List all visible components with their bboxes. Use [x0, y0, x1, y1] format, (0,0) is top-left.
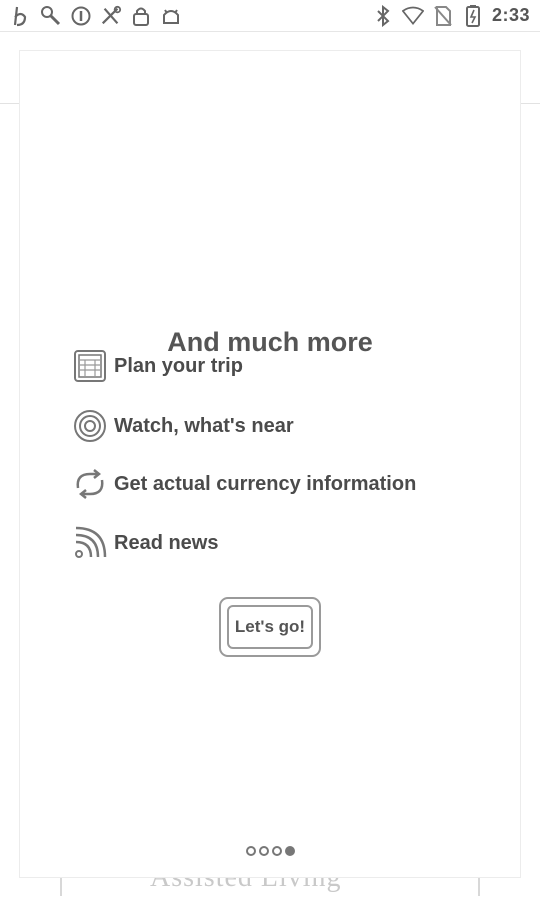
status-bar: 2:33 — [0, 0, 540, 32]
target-icon — [72, 408, 108, 444]
onboarding-dialog: And much more Plan your trip Watch, what… — [19, 50, 521, 878]
status-bar-notifications — [0, 5, 182, 27]
feature-news: Read news — [72, 525, 218, 561]
status-bar-time: 2:33 — [491, 5, 530, 25]
wrench-icon — [40, 5, 62, 27]
android-icon — [160, 5, 182, 27]
battery-icon — [462, 4, 484, 27]
lets-go-button-label: Let's go! — [227, 605, 313, 649]
rss-icon — [72, 525, 108, 561]
feature-label: Watch, what's near — [114, 414, 294, 437]
b-app-icon — [10, 5, 32, 27]
bluetooth-icon — [372, 4, 394, 27]
page-dot-active[interactable] — [284, 846, 295, 856]
calendar-grid-icon — [72, 348, 108, 384]
feature-label: Get actual currency information — [114, 472, 417, 495]
page-dot[interactable] — [271, 846, 282, 856]
tools-icon — [100, 5, 122, 27]
lets-go-button[interactable]: Let's go! — [219, 597, 321, 657]
exchange-icon — [72, 466, 108, 502]
feature-watch-near: Watch, what's near — [72, 408, 294, 444]
wifi-icon — [401, 5, 424, 27]
page-dot[interactable] — [258, 846, 269, 856]
status-bar-system: 2:33 — [372, 4, 540, 27]
feature-plan-trip: Plan your trip — [72, 348, 243, 384]
lock-icon — [130, 5, 152, 27]
feature-label: Read news — [114, 531, 219, 554]
no-sim-icon — [432, 5, 454, 27]
feature-currency: Get actual currency information — [72, 466, 416, 502]
circle-i-icon — [70, 5, 92, 27]
feature-label: Plan your trip — [114, 354, 243, 377]
page-indicator — [20, 846, 520, 856]
page-dot[interactable] — [245, 846, 256, 856]
